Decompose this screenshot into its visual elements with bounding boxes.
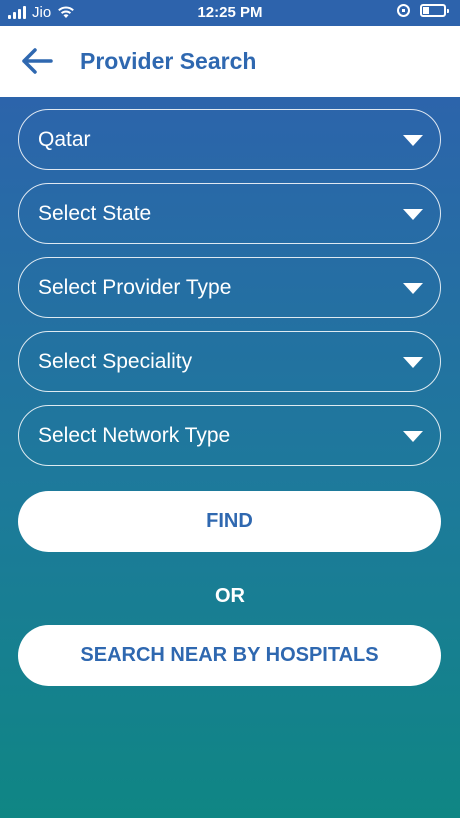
status-bar: Jio 12:25 PM xyxy=(0,0,460,26)
chevron-down-icon xyxy=(403,431,423,442)
rotation-lock-icon xyxy=(397,4,410,17)
network-type-dropdown[interactable]: Select Network Type xyxy=(18,405,441,466)
chevron-down-icon xyxy=(403,209,423,220)
chevron-down-icon xyxy=(403,135,423,146)
speciality-dropdown[interactable]: Select Speciality xyxy=(18,331,441,392)
page-title: Provider Search xyxy=(80,48,257,74)
battery-icon xyxy=(420,4,449,17)
speciality-placeholder: Select Speciality xyxy=(38,350,193,373)
status-right xyxy=(397,4,449,17)
app-header: Provider Search xyxy=(0,26,460,98)
country-dropdown[interactable]: Qatar xyxy=(18,109,441,170)
state-dropdown[interactable]: Select State xyxy=(18,183,441,244)
provider-type-placeholder: Select Provider Type xyxy=(38,276,232,299)
search-form: Qatar Select State Select Provider Type … xyxy=(0,97,460,818)
network-type-placeholder: Select Network Type xyxy=(38,424,231,447)
or-divider-text: OR xyxy=(215,585,245,607)
status-time: 12:25 PM xyxy=(197,4,263,21)
back-arrow-icon[interactable] xyxy=(20,46,54,76)
provider-type-dropdown[interactable]: Select Provider Type xyxy=(18,257,441,318)
chevron-down-icon xyxy=(403,283,423,294)
search-nearby-hospitals-button[interactable]: SEARCH NEAR BY HOSPITALS xyxy=(18,625,441,686)
state-placeholder: Select State xyxy=(38,202,152,225)
chevron-down-icon xyxy=(403,357,423,368)
country-value: Qatar xyxy=(38,128,91,151)
find-button[interactable]: FIND xyxy=(18,491,441,552)
